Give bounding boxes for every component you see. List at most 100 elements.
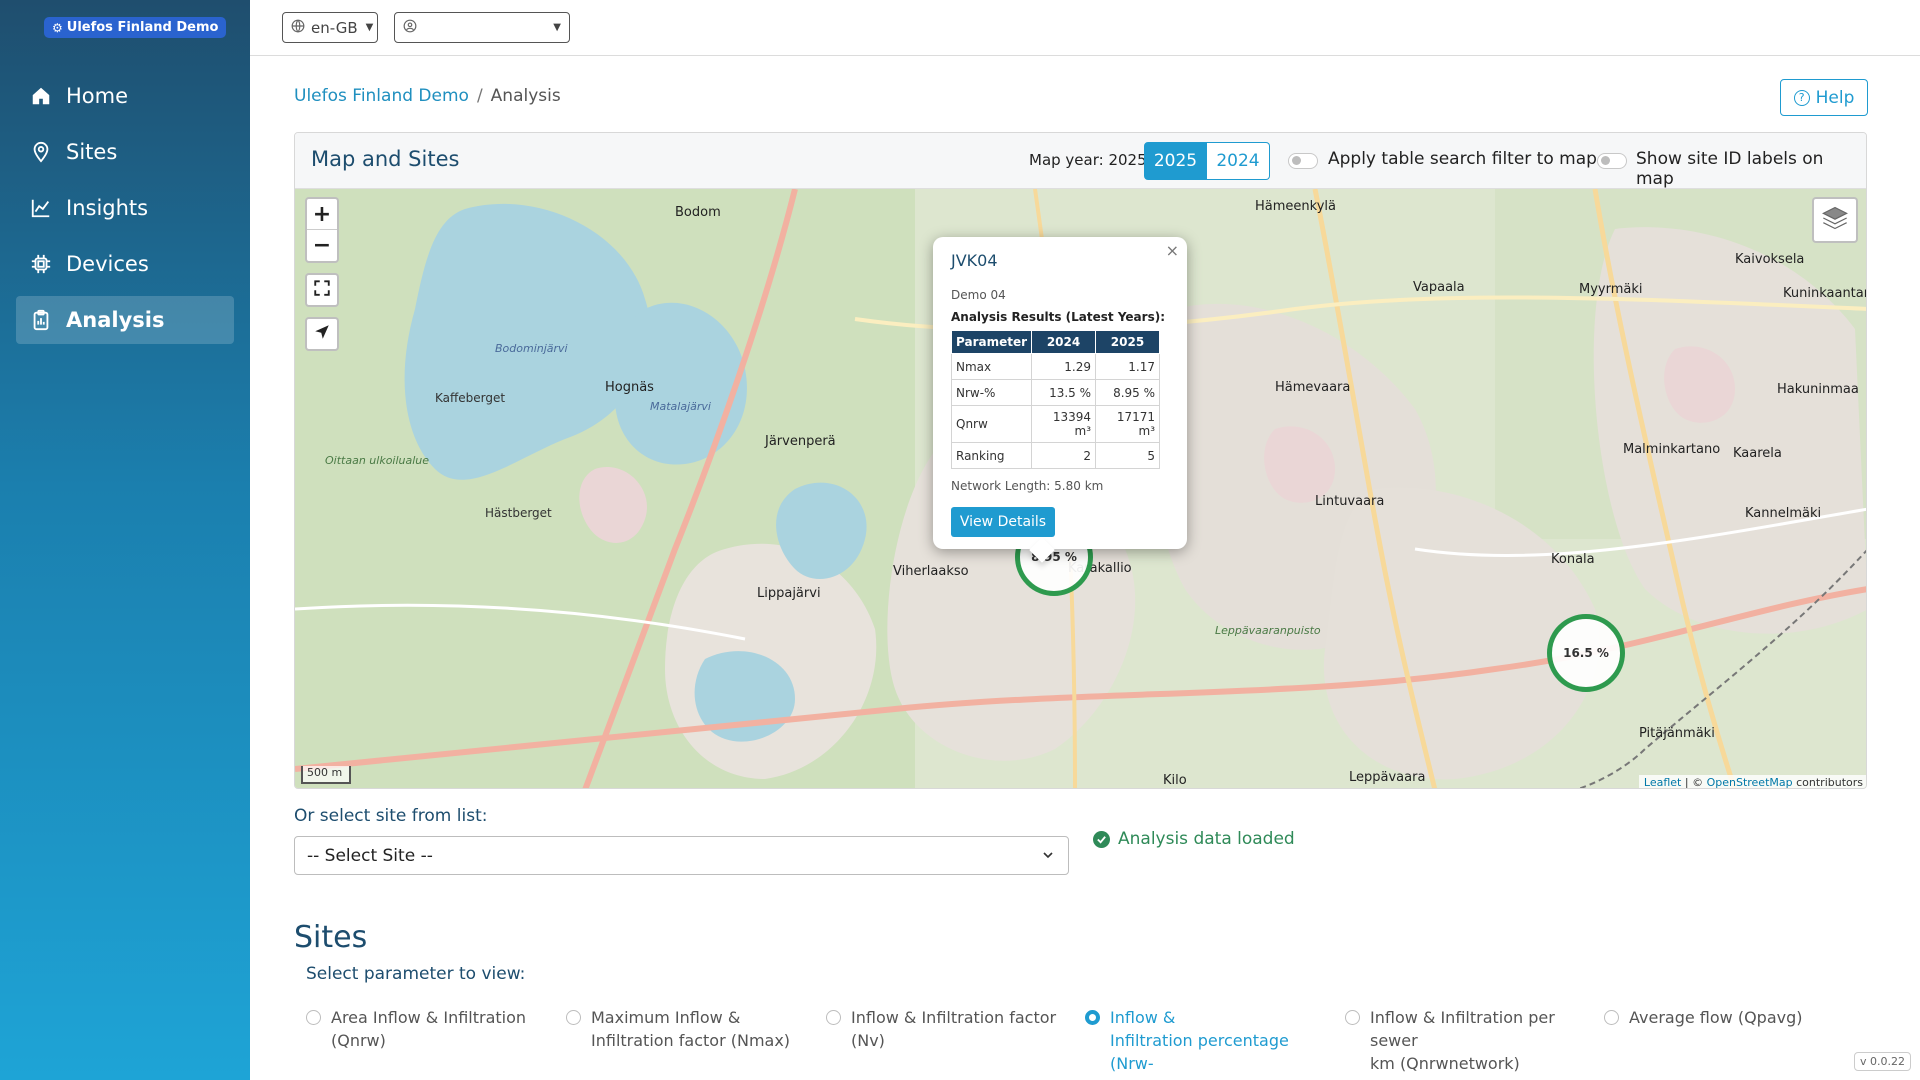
topbar: en-GB ▼ ▼ — [250, 0, 1920, 56]
table-cell: 13.5 % — [1031, 379, 1097, 406]
map-label: Bodom — [675, 205, 721, 220]
map-card-header: Map and Sites Map year: 2025 2025 2024 A… — [295, 133, 1866, 189]
table-cell: Qnrw — [950, 405, 1033, 443]
site-select-value: -- Select Site -- — [307, 845, 433, 866]
map-attribution: Leaflet | © OpenStreetMap contributors — [1638, 775, 1866, 789]
year-toggle-group: 2025 2024 — [1144, 142, 1270, 180]
parameter-label: Select parameter to view: — [306, 964, 526, 984]
map-card-title: Map and Sites — [311, 147, 460, 171]
site-labels-toggle[interactable] — [1597, 153, 1627, 169]
map-label: Järvenperä — [765, 434, 836, 449]
analysis-status: Analysis data loaded — [1093, 829, 1295, 849]
site-popup: × JVK04 Demo 04 Analysis Results (Latest… — [933, 237, 1187, 549]
table-filter-toggle-label: Apply table search filter to map — [1328, 149, 1597, 169]
language-select[interactable]: en-GB ▼ — [282, 12, 378, 43]
radio-nv[interactable]: Inflow & Infiltration factor (Nv) — [826, 1006, 1066, 1052]
table-header: 2025 — [1095, 330, 1160, 354]
radio-dot[interactable] — [826, 1010, 841, 1025]
home-icon — [30, 85, 52, 107]
gear-icon: ⚙ — [52, 20, 63, 35]
table-cell: 17171 m³ — [1095, 405, 1160, 443]
sidebar-item-home[interactable]: Home — [16, 72, 234, 120]
sidebar-item-insights[interactable]: Insights — [16, 184, 234, 232]
map-cluster-marker[interactable]: 16.5 % — [1547, 614, 1625, 692]
table-header: 2024 — [1031, 330, 1097, 354]
sidebar-item-label: Insights — [66, 196, 149, 220]
org-badge[interactable]: ⚙ Ulefos Finland Demo — [44, 17, 227, 38]
radio-qnrwnetwork[interactable]: Inflow & Infiltration per sewer km (Qnrwn… — [1345, 1006, 1595, 1075]
map-view[interactable]: Bodom Hognäs Järvenperä Viherlaakso Lipp… — [295, 189, 1866, 789]
sidebar-item-sites[interactable]: Sites — [16, 128, 234, 176]
sidebar-item-label: Home — [66, 84, 129, 108]
breadcrumb-separator: / — [476, 86, 483, 106]
popup-title: JVK04 — [951, 251, 998, 270]
radio-label: Inflow & Infiltration factor (Nv) — [851, 1008, 1057, 1050]
sidebar-item-analysis[interactable]: Analysis — [16, 296, 234, 344]
table-row: Nrw-% 13.5 % 8.95 % — [950, 379, 1160, 406]
site-select[interactable]: -- Select Site -- — [294, 836, 1069, 875]
locate-button[interactable] — [305, 317, 339, 351]
map-label: Kaarela — [1733, 446, 1782, 461]
help-label: Help — [1815, 87, 1855, 108]
chip-icon — [30, 253, 52, 275]
radio-label: Inflow &Infiltration percentage (Nrw-%) — [1110, 1008, 1289, 1080]
analysis-status-text: Analysis data loaded — [1118, 829, 1295, 849]
radio-label: Inflow & Infiltration per sewer km (Qnrwn… — [1370, 1008, 1555, 1073]
table-cell: 1.29 — [1031, 353, 1097, 380]
radio-dot[interactable] — [1604, 1010, 1619, 1025]
zoom-in-button[interactable]: + — [307, 199, 337, 230]
popup-heading: Analysis Results (Latest Years): — [951, 310, 1166, 324]
map-scale: 500 m — [301, 766, 351, 784]
radio-dot[interactable] — [306, 1010, 321, 1025]
map-label: Kaffeberget — [435, 391, 506, 405]
user-select[interactable]: ▼ — [394, 12, 570, 43]
map-label: Matalajärvi — [650, 400, 711, 413]
map-label: Leppävaara — [1349, 770, 1426, 785]
year-2024-button[interactable]: 2024 — [1207, 142, 1270, 180]
radio-qpavg[interactable]: Average flow (Qpavg) — [1604, 1006, 1824, 1029]
clipboard-chart-icon — [30, 309, 52, 331]
map-pin-icon — [30, 141, 52, 163]
close-icon[interactable]: × — [1166, 241, 1179, 260]
radio-nrw-percentage[interactable]: Inflow &Infiltration percentage (Nrw-%) — [1085, 1006, 1325, 1080]
table-header-row: Parameter 2024 2025 — [950, 330, 1160, 354]
attribution-sep: | © — [1681, 776, 1707, 789]
line-chart-icon — [30, 197, 52, 219]
table-filter-toggle[interactable] — [1288, 153, 1318, 169]
map-label: Kuninkaantamm — [1783, 286, 1866, 301]
map-label: Kilo — [1163, 773, 1187, 788]
table-cell: 1.17 — [1095, 353, 1160, 380]
map-label: Myyrmäki — [1579, 282, 1643, 297]
fullscreen-button[interactable] — [305, 273, 339, 307]
sidebar-item-label: Sites — [66, 140, 118, 164]
sidebar-item-label: Analysis — [66, 308, 165, 332]
map-label: Kannelmäki — [1745, 506, 1822, 521]
radio-dot[interactable] — [1345, 1010, 1360, 1025]
map-label: Konala — [1551, 552, 1595, 567]
fullscreen-icon — [313, 279, 331, 301]
layers-button[interactable] — [1812, 197, 1858, 243]
radio-dot[interactable] — [566, 1010, 581, 1025]
table-row: Ranking 2 5 — [950, 442, 1160, 469]
map-label: Bodominjärvi — [495, 342, 568, 355]
radio-dot[interactable] — [1085, 1010, 1100, 1025]
radio-qnrw[interactable]: Area Inflow & Infiltration (Qnrw) — [306, 1006, 546, 1052]
view-details-button[interactable]: View Details — [951, 507, 1055, 537]
table-cell: 5 — [1095, 442, 1160, 469]
caret-down-icon: ▼ — [365, 22, 374, 33]
map-year-label: Map year: 2025 — [1029, 151, 1147, 169]
map-label: Oittaan ulkoilualue — [325, 454, 430, 467]
breadcrumb-root-link[interactable]: Ulefos Finland Demo — [294, 86, 469, 106]
help-button[interactable]: ? Help — [1780, 79, 1868, 116]
zoom-out-button[interactable]: − — [307, 230, 337, 261]
osm-link[interactable]: OpenStreetMap — [1707, 776, 1793, 788]
table-header: Parameter — [950, 330, 1033, 354]
table-cell: 13394 m³ — [1031, 405, 1097, 443]
year-2025-button[interactable]: 2025 — [1144, 142, 1207, 180]
radio-nmax[interactable]: Maximum Inflow & Infiltration factor (Nma… — [566, 1006, 806, 1052]
map-label: Malminkartano — [1623, 442, 1721, 457]
leaflet-link[interactable]: Leaflet — [1644, 776, 1681, 788]
sidebar-item-devices[interactable]: Devices — [16, 240, 234, 288]
map-label: Hämevaara — [1275, 380, 1351, 395]
caret-down-icon: ▼ — [553, 22, 561, 33]
